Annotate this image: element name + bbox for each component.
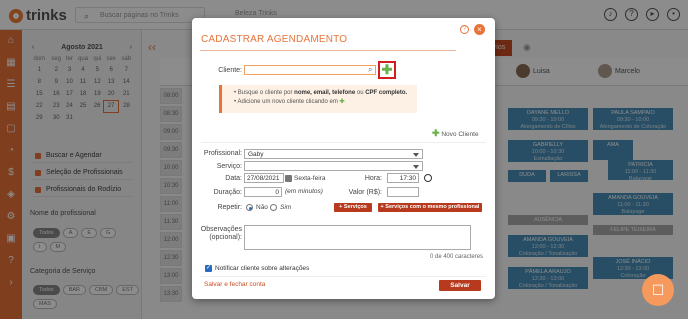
- profissional-label: Profissional:: [203, 150, 242, 157]
- cliente-label: Cliente:: [218, 67, 242, 74]
- add-client-plus-icon[interactable]: ✚: [378, 61, 396, 79]
- modal-title: CADASTRAR AGENDAMENTO: [201, 34, 348, 45]
- duration-input[interactable]: 0: [244, 187, 282, 197]
- calendar-icon[interactable]: [285, 175, 292, 182]
- hint-line-2: • Adicione um novo cliente clicando em ✚: [234, 99, 345, 105]
- divider: [201, 276, 486, 277]
- hint-bold: CPF completo.: [365, 90, 408, 96]
- notes-textarea[interactable]: [244, 225, 471, 250]
- add-services-button[interactable]: + Serviços: [334, 203, 372, 212]
- new-client-label: Novo Cliente: [441, 131, 479, 138]
- cliente-search-input[interactable]: [244, 65, 376, 75]
- price-input[interactable]: [387, 187, 419, 197]
- hint-bold: nome, email, telefone: [294, 90, 356, 96]
- servico-label: Serviço:: [216, 163, 242, 170]
- observacoes-label: Observações: [200, 226, 242, 233]
- help-icon[interactable]: ?: [460, 25, 469, 34]
- hint-text: ou: [355, 90, 366, 96]
- client-search-hint: • Busque o cliente por nome, email, tele…: [219, 85, 417, 113]
- service-select[interactable]: [244, 161, 423, 171]
- repeat-yes-label: Sim: [280, 204, 292, 211]
- close-icon[interactable]: ×: [474, 24, 485, 35]
- observacoes-optional-label: (opcional):: [209, 234, 242, 241]
- app-root: trinks ⌕ Buscar páginas no Trinks Beleza…: [0, 0, 688, 319]
- plus-icon: ✚: [432, 128, 440, 138]
- professional-select[interactable]: Gaby: [244, 149, 423, 159]
- time-input[interactable]: 17:30: [387, 173, 419, 183]
- create-appointment-modal: CADASTRAR AGENDAMENTO ? × Cliente: ⌕ ✚ •…: [192, 18, 495, 299]
- hint-text: Adicione um novo cliente clicando em: [237, 99, 338, 105]
- data-label: Data:: [225, 175, 242, 182]
- duration-unit: (em minutos): [285, 188, 323, 195]
- date-input[interactable]: 27/08/2021: [244, 173, 284, 183]
- repeat-no-radio[interactable]: [246, 204, 253, 211]
- search-icon[interactable]: ⌕: [368, 65, 372, 75]
- hint-line-1: • Busque o cliente por nome, email, tele…: [234, 90, 408, 96]
- divider: [201, 142, 486, 143]
- notify-client-checkbox[interactable]: ✓: [205, 265, 212, 272]
- hint-text: Busque o cliente por: [237, 90, 295, 96]
- plus-icon: ✚: [339, 99, 345, 105]
- new-client-link[interactable]: ✚ Novo Cliente: [432, 128, 479, 139]
- save-and-close-bill-link[interactable]: Salvar e fechar conta: [204, 281, 265, 288]
- title-divider: [200, 50, 456, 51]
- save-button[interactable]: Salvar: [439, 280, 481, 291]
- clock-icon[interactable]: [424, 174, 432, 182]
- hora-label: Hora:: [364, 175, 382, 182]
- chat-support-icon[interactable]: ☐: [642, 274, 674, 306]
- character-counter: 0 de 400 caracteres: [430, 254, 484, 260]
- repeat-no-label: Não: [256, 204, 268, 211]
- duracao-label: Duração:: [213, 189, 242, 196]
- add-services-same-professional-button[interactable]: + Serviços com o mesmo profissional: [378, 203, 482, 212]
- weekday-text: Sexta-feira: [294, 175, 326, 182]
- valor-label: Valor (R$):: [348, 189, 382, 196]
- notify-client-label: Notificar cliente sobre alterações: [215, 265, 310, 272]
- repeat-yes-radio[interactable]: [270, 204, 277, 211]
- repetir-label: Repetir:: [217, 204, 242, 211]
